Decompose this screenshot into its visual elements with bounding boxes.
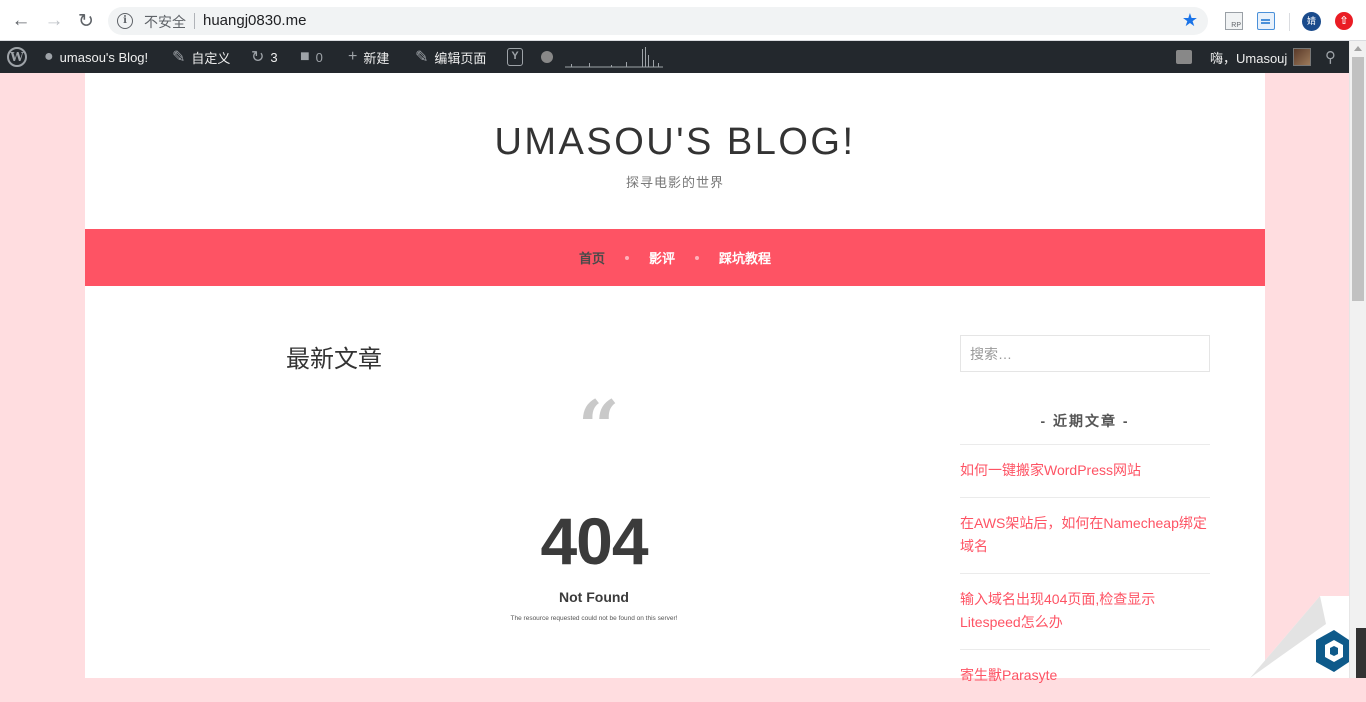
adminbar-customize-link[interactable]: ✎ 自定义 xyxy=(172,41,230,73)
new-label: 新建 xyxy=(363,50,390,66)
adminbar-edit-page-link[interactable]: ✎ 编辑页面 xyxy=(415,41,486,73)
adminbar-account-link[interactable]: 嗨，Umasouj xyxy=(1210,41,1312,73)
site-name-label: umasou's Blog! xyxy=(59,49,149,65)
wp-admin-bar: W ● umasou's Blog! ✎ 自定义 ↻ 3 ■ 0 + 新建 ✎ … xyxy=(0,41,1366,73)
adminbar-seo-link[interactable]: Y xyxy=(507,41,553,73)
scroll-up-arrow-icon[interactable] xyxy=(1354,46,1362,51)
adminbar-search[interactable]: ⚲ xyxy=(1325,41,1336,73)
page-curl-badge[interactable] xyxy=(1250,596,1349,678)
divider xyxy=(194,13,195,29)
pencil-icon: ✎ xyxy=(415,49,429,66)
nav-item-home[interactable]: 首页 xyxy=(559,248,625,267)
bookmark-star-icon[interactable]: ★ xyxy=(1182,10,1198,31)
customize-label: 自定义 xyxy=(191,50,231,66)
updates-icon: ↻ xyxy=(251,49,265,66)
upload-extension-icon[interactable]: ⇧ xyxy=(1335,12,1353,30)
comments-count: 0 xyxy=(315,49,323,65)
divider xyxy=(1289,13,1290,31)
error-code: 404 xyxy=(540,504,648,578)
back-arrow-icon[interactable]: ← xyxy=(9,9,33,33)
site-title[interactable]: UMASOU'S BLOG! xyxy=(85,121,1265,164)
document-extension-icon[interactable] xyxy=(1257,12,1275,30)
insecure-label: 不安全 xyxy=(144,14,186,30)
greeting-label: 嗨，Umasouj xyxy=(1210,50,1288,66)
error-title: Not Found xyxy=(559,589,629,605)
quote-icon: “ xyxy=(578,384,620,469)
forward-arrow-icon[interactable]: → xyxy=(42,9,66,33)
brush-icon: ✎ xyxy=(172,49,186,66)
rp-extension-icon[interactable]: RP xyxy=(1225,12,1243,30)
updates-count: 3 xyxy=(270,49,278,65)
page-container: UMASOU'S BLOG! 探寻电影的世界 首页 影评 踩坑教程 最新文章 “… xyxy=(85,73,1265,683)
recent-post-link[interactable]: 如何一键搬家WordPress网站 xyxy=(960,444,1210,497)
recent-posts-list: 如何一键搬家WordPress网站 在AWS架站后，如何在Namecheap绑定… xyxy=(960,444,1210,702)
recent-post-link[interactable]: 寄生獸Parasyte xyxy=(960,649,1210,702)
nav-item-tutorials[interactable]: 踩坑教程 xyxy=(699,248,791,267)
nav-item-reviews[interactable]: 影评 xyxy=(629,248,695,267)
volume-meter xyxy=(1356,628,1366,678)
reload-icon[interactable]: ↻ xyxy=(74,9,98,33)
page-title: 最新文章 xyxy=(286,346,382,373)
profile-avatar-icon[interactable]: 婧 xyxy=(1302,12,1321,31)
recent-post-link[interactable]: 在AWS架站后，如何在Namecheap绑定域名 xyxy=(960,497,1210,573)
search-icon: ⚲ xyxy=(1325,49,1336,66)
primary-nav: 首页 影评 踩坑教程 xyxy=(85,229,1265,286)
site-description: 探寻电影的世界 xyxy=(625,175,724,190)
plus-icon: + xyxy=(348,48,358,65)
seo-status-dot-icon xyxy=(541,51,553,63)
error-detail: The resource requested could not be foun… xyxy=(510,615,678,622)
recent-posts-title: - 近期文章 - xyxy=(1040,413,1130,429)
url-text[interactable]: huangj0830.me xyxy=(203,12,306,29)
edit-page-label: 编辑页面 xyxy=(434,50,487,66)
user-avatar xyxy=(1293,48,1312,66)
address-bar[interactable]: i 不安全 huangj0830.me ★ xyxy=(108,7,1208,35)
page-scrollbar[interactable] xyxy=(1349,41,1366,678)
wordpress-icon: W xyxy=(7,47,27,67)
adminbar-updates-link[interactable]: ↻ 3 xyxy=(251,41,278,73)
browser-toolbar: ← → ↻ i 不安全 huangj0830.me ★ RP 婧 ⇧ xyxy=(0,0,1366,41)
adminbar-new-link[interactable]: + 新建 xyxy=(348,41,389,73)
comment-icon: ■ xyxy=(300,48,310,65)
dashboard-icon: ● xyxy=(44,48,54,65)
stats-sparkline[interactable] xyxy=(565,46,663,68)
search-input[interactable] xyxy=(960,335,1210,372)
screen-icon xyxy=(1176,50,1192,64)
adminbar-screen-options[interactable] xyxy=(1176,41,1192,73)
yoast-seo-icon: Y xyxy=(507,48,523,66)
scrollbar-thumb[interactable] xyxy=(1352,57,1364,301)
recent-post-link[interactable]: 输入域名出现404页面,检查显示Litespeed怎么办 xyxy=(960,573,1210,649)
adminbar-site-link[interactable]: ● umasou's Blog! xyxy=(44,41,148,73)
adminbar-comments-link[interactable]: ■ 0 xyxy=(300,41,323,73)
wordpress-logo-icon[interactable]: W xyxy=(7,41,27,73)
info-icon[interactable]: i xyxy=(117,13,133,29)
